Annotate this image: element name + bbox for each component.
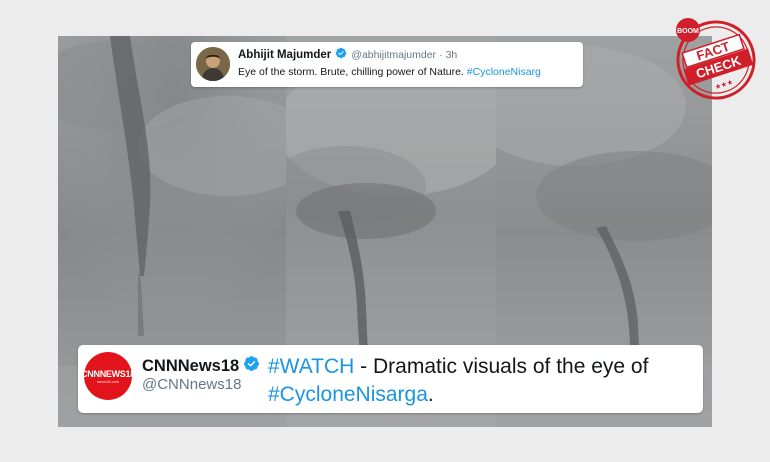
hashtag-cyclone-link[interactable]: #CycloneNisarga	[268, 383, 428, 406]
tweet-header: Abhijit Majumder @abhijitmajumder · 3h	[238, 47, 457, 63]
author-name[interactable]: Abhijit Majumder	[238, 48, 331, 62]
tweet-text: Eye of the storm. Brute, chilling power …	[238, 66, 541, 79]
stamp-boom-logo: BOOM	[677, 28, 699, 35]
tweet-text-plain: - Dramatic visuals of the eye of	[354, 355, 649, 378]
avatar-logo-subtext: news18.com	[96, 378, 120, 384]
screenshot-canvas: Abhijit Majumder @abhijitmajumder · 3h E…	[0, 0, 770, 462]
author-handle[interactable]: @abhijitmajumder	[351, 48, 436, 62]
tweet-card-abhijit[interactable]: Abhijit Majumder @abhijitmajumder · 3h E…	[191, 42, 583, 87]
cnn-news18-avatar[interactable]: CNNNEWS18 news18.com	[81, 352, 135, 400]
boom-fact-check-stamp: FACT CHECK ★★★ BOOM	[666, 10, 766, 106]
tweet-card-cnnnews18[interactable]: CNNNEWS18 news18.com CNNNews18 @CNNnews1…	[78, 345, 703, 413]
verified-badge-icon	[243, 355, 260, 377]
avatar[interactable]	[196, 47, 230, 81]
tweet-text: #WATCH - Dramatic visuals of the eye of …	[268, 353, 693, 409]
tweet-timestamp[interactable]: 3h	[446, 48, 458, 62]
avatar-logo-text: CNNNEWS18	[81, 368, 135, 379]
author-name[interactable]: CNNNews18	[142, 357, 239, 376]
verified-badge-icon	[335, 47, 347, 63]
hashtag-watch-link[interactable]: #WATCH	[268, 355, 354, 378]
hashtag-link[interactable]: #CycloneNisarg	[467, 66, 541, 78]
tweet-header: CNNNews18	[142, 355, 264, 377]
tweet-text-plain: Eye of the storm. Brute, chilling power …	[238, 66, 467, 78]
tweet-text-end: .	[427, 383, 434, 406]
separator-dot: ·	[439, 49, 443, 61]
author-handle[interactable]: @CNNnews18	[142, 376, 241, 393]
